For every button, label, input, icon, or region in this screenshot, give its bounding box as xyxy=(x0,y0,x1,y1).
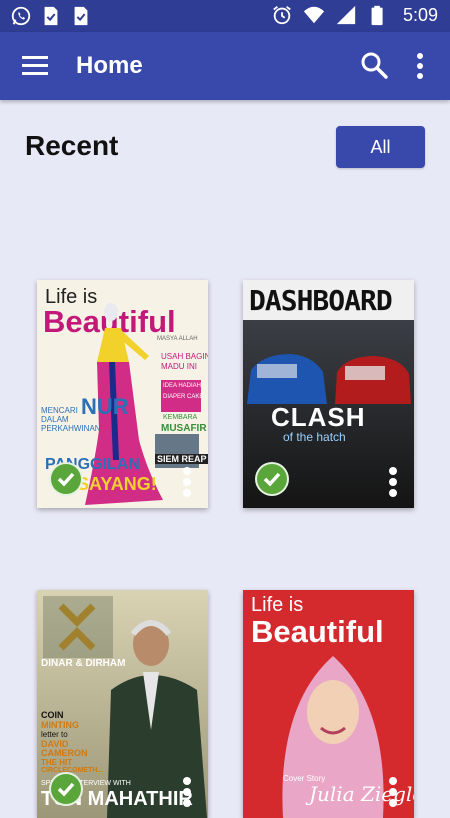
alarm-icon xyxy=(273,6,291,25)
file-check-icon xyxy=(74,6,88,26)
cover-line: NUR xyxy=(81,394,129,419)
cover-headline: CLASH xyxy=(271,402,366,432)
section-title: Recent xyxy=(25,130,119,161)
more-vert-icon[interactable] xyxy=(412,52,428,80)
masthead-large: Beautiful xyxy=(251,614,384,649)
status-bar: 5:09 xyxy=(0,0,450,32)
card-more-icon[interactable] xyxy=(182,466,192,498)
card-more-icon[interactable] xyxy=(388,776,398,808)
whatsapp-icon xyxy=(11,6,31,26)
all-button[interactable]: All xyxy=(336,126,425,168)
magazine-card[interactable]: DASHBOARD CLASH of the hatch xyxy=(243,280,414,508)
status-time: 5:09 xyxy=(402,4,438,25)
file-check-icon xyxy=(44,6,58,26)
battery-icon xyxy=(371,5,383,26)
magazine-card[interactable]: DINAR & DIRHAM COIN MINTING letter to DA… xyxy=(37,590,208,818)
cover-line: THE HIT xyxy=(41,758,73,767)
cover-line: MADU INI xyxy=(161,362,197,371)
app-bar: Home xyxy=(0,32,450,100)
cover-line: SAYANG! xyxy=(77,474,157,494)
cover-line: PERKAHWINAN xyxy=(41,424,101,433)
card-more-icon[interactable] xyxy=(182,776,192,808)
cover-line: KEMBARA xyxy=(163,414,198,421)
menu-icon[interactable] xyxy=(22,54,48,76)
cover-line: USAH BAGINI xyxy=(161,352,208,361)
cover-story-name: Julia Ziegler xyxy=(309,782,414,806)
downloaded-check-icon xyxy=(49,462,83,496)
cover-line: CAMERON xyxy=(41,748,88,758)
cover-line: IDEA HADIAH xyxy=(163,383,202,389)
cover-subheadline: of the hatch xyxy=(283,430,346,444)
wifi-icon xyxy=(303,6,325,24)
cover-line: SIEM REAP xyxy=(155,454,208,464)
cover-line: MINTING xyxy=(41,720,79,730)
cover-line: DALAM xyxy=(41,415,69,424)
dinar-logo xyxy=(43,596,113,658)
magazine-card[interactable]: Life is Beautiful Cover Story Julia Zieg… xyxy=(243,590,414,818)
downloaded-check-icon xyxy=(49,772,83,806)
page-title: Home xyxy=(76,52,143,79)
magazine-card[interactable]: Life is Beautiful MASYA ALLAH USAH BAGIN… xyxy=(37,280,208,508)
cover-line: COIN xyxy=(41,710,64,720)
card-more-icon[interactable] xyxy=(388,466,398,498)
search-icon[interactable] xyxy=(360,51,388,79)
cover-line: letter to xyxy=(41,730,68,739)
cover-line: MENCARI xyxy=(41,406,78,415)
masthead: DASHBOARD xyxy=(249,284,393,317)
downloaded-check-icon xyxy=(255,462,289,496)
cover-line: MUSAFIR xyxy=(161,423,207,434)
signal-icon xyxy=(336,5,356,25)
cover-line: DIAPER CAKE xyxy=(163,394,204,400)
cover-line: MASYA ALLAH xyxy=(157,336,198,342)
